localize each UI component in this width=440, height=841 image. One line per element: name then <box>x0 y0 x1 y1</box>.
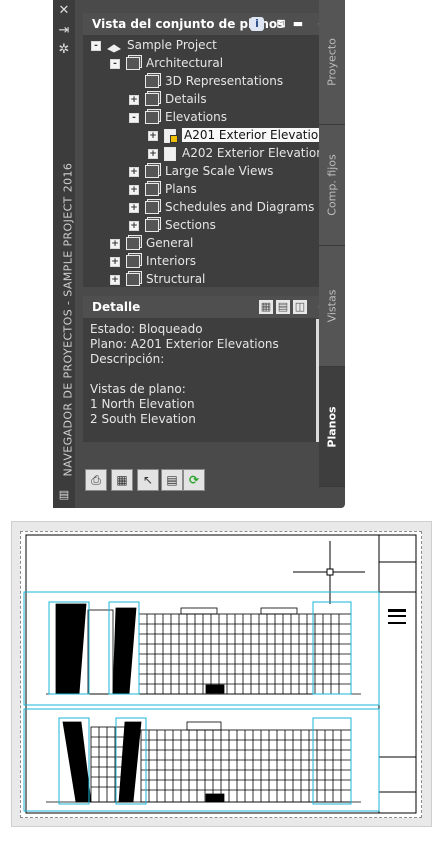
tree-node[interactable]: + A201 Exterior Elevations <box>148 127 335 144</box>
tree-node-label: A201 Exterior Elevations <box>182 128 335 142</box>
collapse-icon[interactable]: - <box>91 40 101 51</box>
tree-node[interactable]: + Interiors <box>110 253 196 270</box>
subset-icon <box>145 111 159 124</box>
tree-node-label: Elevations <box>165 110 227 124</box>
palette-titlebar[interactable]: ✕ ⇥ ✲ NAVEGADOR DE PROYECTOS - SAMPLE PR… <box>53 0 75 508</box>
detail-line: Estado: Bloqueado <box>90 322 203 336</box>
detail-text-area[interactable]: Estado: Bloqueado Plano: A201 Exterior El… <box>83 319 316 442</box>
tree-node[interactable]: + General <box>110 235 193 252</box>
expand-icon[interactable]: + <box>110 256 120 267</box>
autohide-icon[interactable]: ⇥ <box>57 24 71 38</box>
subset-icon <box>145 75 159 88</box>
tree-node[interactable]: + Structural <box>110 271 205 288</box>
close-icon[interactable]: ✕ <box>57 4 71 18</box>
drawing-viewport[interactable] <box>11 521 432 827</box>
tree-node[interactable]: + Large Scale Views <box>129 163 273 180</box>
palette-tabs: Proyecto Comp. fijos Vistas Planos <box>319 0 345 508</box>
tree-node-label: A202 Exterior Elevations <box>182 146 331 160</box>
preview-icon[interactable]: ▦ <box>259 300 273 314</box>
tree-node[interactable]: - Sample Project <box>91 37 217 54</box>
expand-icon[interactable]: + <box>129 202 139 213</box>
tree-node-label: Sections <box>165 218 216 232</box>
tab-vistas[interactable]: Vistas <box>319 246 345 367</box>
project-navigator-palette: ✕ ⇥ ✲ NAVEGADOR DE PROYECTOS - SAMPLE PR… <box>53 0 345 508</box>
tree-node[interactable]: 3D Representations <box>129 73 283 90</box>
tree-node[interactable]: + Details <box>129 91 207 108</box>
properties-icon[interactable]: ✲ <box>57 43 71 57</box>
new-sheet-icon[interactable]: ▦ <box>111 469 133 491</box>
palette-title: NAVEGADOR DE PROYECTOS - SAMPLE PROJECT … <box>61 162 75 477</box>
expand-icon[interactable]: + <box>129 184 139 195</box>
sheetset-view-panel: Vista del conjunto de planos i ⊟ ▬ – -Sa… <box>83 13 335 288</box>
menu-icon[interactable]: ▤ <box>57 488 71 502</box>
tree-node-label: Structural <box>146 272 206 286</box>
tree-node-label: Interiors <box>146 254 197 268</box>
detail-line: Descripción: <box>90 352 165 366</box>
expand-icon[interactable]: + <box>110 238 120 249</box>
tab-comp-fijos[interactable]: Comp. fijos <box>319 125 345 246</box>
sheet-list-icon[interactable]: ▤ <box>161 469 183 491</box>
south-elevation <box>46 721 361 803</box>
sheet-icon <box>164 146 176 161</box>
detail-header-title: Detalle <box>92 300 141 314</box>
expand-icon[interactable]: + <box>129 94 139 105</box>
tree-node[interactable]: - Elevations <box>129 109 227 126</box>
subset-icon <box>145 183 159 196</box>
tree-node[interactable]: - Architectural <box>110 55 223 72</box>
subset-icon <box>145 219 159 232</box>
tab-proyecto[interactable]: Proyecto <box>319 0 345 125</box>
detail-panel: Detalle ▦ ▤ ◫ – Estado: BloqueadoPlano: … <box>83 296 333 442</box>
tree-node[interactable]: + Plans <box>129 181 197 198</box>
tab-planos[interactable]: Planos <box>319 367 345 487</box>
expand-icon[interactable]: + <box>129 220 139 231</box>
tree-node-label: Details <box>165 92 207 106</box>
view-icon[interactable]: ◫ <box>293 300 307 314</box>
tree-node-label: Sample Project <box>127 38 217 52</box>
folder-icon[interactable]: ▬ <box>291 17 305 31</box>
sheet-layout[interactable] <box>20 531 422 818</box>
detail-header: Detalle ▦ ▤ ◫ – <box>83 296 333 319</box>
publish-icon[interactable]: ⎙ <box>85 469 107 491</box>
subset-icon <box>145 93 159 106</box>
tree-node-label: Schedules and Diagrams <box>165 200 315 214</box>
sheetset-header: Vista del conjunto de planos i ⊟ ▬ – <box>83 13 333 36</box>
detail-line: Plano: A201 Exterior Elevations <box>90 337 279 351</box>
detail-line: 1 North Elevation <box>90 397 195 411</box>
subset-icon <box>145 165 159 178</box>
locked-sheet-icon <box>164 128 178 143</box>
north-elevation <box>46 603 361 695</box>
expand-icon[interactable]: + <box>148 130 158 141</box>
sheetset-tree[interactable]: - Sample Project - Architectural 3D Represen… <box>83 36 335 288</box>
bottom-toolbar: ⎙ ▦ ↖ ▤ ⟳ <box>83 466 333 494</box>
subset-icon <box>145 201 159 214</box>
tree-node-label: Architectural <box>146 56 224 70</box>
subset-icon <box>126 273 140 286</box>
tree-node-label: Plans <box>165 182 197 196</box>
cursor-select-icon[interactable]: ↖ <box>137 469 159 491</box>
tree-node-label: General <box>146 236 194 250</box>
detail-icon[interactable]: ▤ <box>276 300 290 314</box>
expand-icon[interactable]: + <box>129 166 139 177</box>
tree-node[interactable]: + Sections <box>129 217 216 234</box>
panel-splitter[interactable] <box>83 290 333 303</box>
project-icon <box>107 41 121 53</box>
sheetset-icon[interactable]: ⊟ <box>274 17 288 31</box>
tree-node[interactable]: + Schedules and Diagrams <box>129 199 314 216</box>
tree-node-label: Large Scale Views <box>165 164 274 178</box>
subset-icon <box>126 57 140 70</box>
expand-icon[interactable]: + <box>148 148 158 159</box>
tree-node-label: 3D Representations <box>165 74 284 88</box>
info-icon[interactable]: i <box>250 17 264 31</box>
detail-line: 2 South Elevation <box>90 412 196 426</box>
refresh-icon[interactable]: ⟳ <box>183 469 205 491</box>
collapse-icon[interactable]: - <box>110 58 120 69</box>
detail-line: Vistas de plano: <box>90 382 186 396</box>
expand-icon[interactable]: + <box>110 274 120 285</box>
subset-icon <box>126 237 140 250</box>
tree-node[interactable]: + A202 Exterior Elevations <box>148 145 330 162</box>
subset-icon <box>126 255 140 268</box>
collapse-icon[interactable]: - <box>129 112 139 123</box>
elevation-drawing <box>23 534 417 814</box>
